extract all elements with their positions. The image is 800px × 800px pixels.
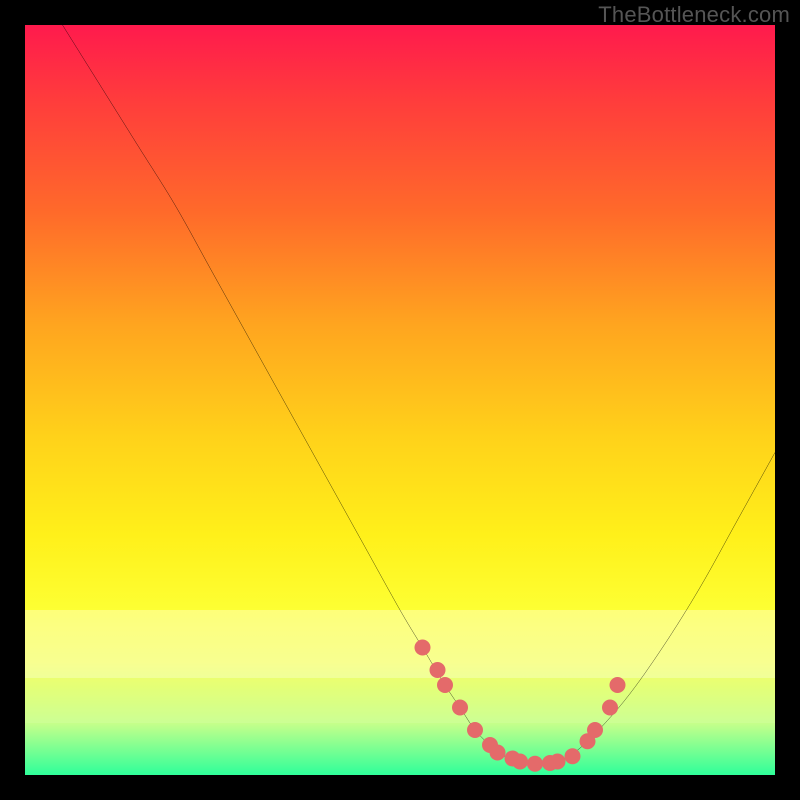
fit-marker	[415, 640, 431, 656]
fit-markers-group	[415, 640, 626, 772]
fit-marker	[467, 722, 483, 738]
fit-marker	[527, 756, 543, 772]
fit-marker	[512, 754, 528, 770]
fit-marker	[437, 677, 453, 693]
fit-marker	[430, 662, 446, 678]
fit-marker	[490, 745, 506, 761]
fit-marker	[602, 700, 618, 716]
chart-svg	[25, 25, 775, 775]
fit-marker	[587, 722, 603, 738]
fit-marker	[452, 700, 468, 716]
chart-frame: TheBottleneck.com	[0, 0, 800, 800]
fit-marker	[565, 748, 581, 764]
plot-area	[25, 25, 775, 775]
fit-marker	[550, 754, 566, 770]
fit-marker	[610, 677, 626, 693]
